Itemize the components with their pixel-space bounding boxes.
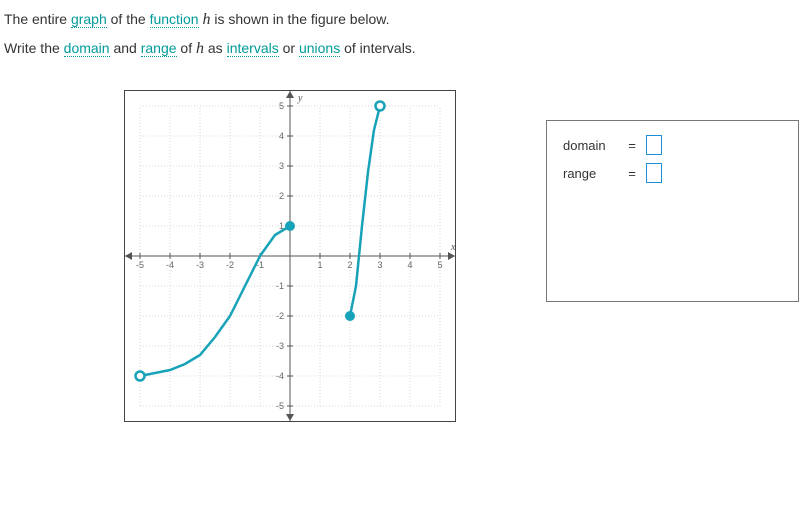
svg-text:-3: -3 — [276, 341, 284, 351]
svg-text:2: 2 — [347, 260, 352, 270]
svg-text:3: 3 — [279, 161, 284, 171]
term-unions[interactable]: unions — [299, 40, 340, 57]
svg-text:-4: -4 — [166, 260, 174, 270]
svg-text:-5: -5 — [136, 260, 144, 270]
range-label: range — [563, 166, 618, 181]
svg-text:-3: -3 — [196, 260, 204, 270]
equals-sign: = — [626, 138, 638, 153]
range-input[interactable] — [646, 163, 662, 183]
svg-text:5: 5 — [437, 260, 442, 270]
svg-text:1: 1 — [317, 260, 322, 270]
svg-text:5: 5 — [279, 101, 284, 111]
graph-svg: -5-5-4-4-3-3-2-2-1-11122334455yx — [125, 91, 455, 421]
function-name: h — [203, 11, 211, 28]
domain-row: domain = — [563, 135, 782, 155]
svg-text:4: 4 — [279, 131, 284, 141]
intro-line-1: The entire graph of the function h is sh… — [4, 8, 799, 31]
intro-line-2: Write the domain and range of h as inter… — [4, 37, 799, 60]
svg-text:4: 4 — [407, 260, 412, 270]
term-range[interactable]: range — [141, 40, 177, 57]
term-graph[interactable]: graph — [71, 11, 107, 28]
svg-text:-1: -1 — [276, 281, 284, 291]
answer-panel: domain = range = — [546, 120, 799, 302]
domain-input[interactable] — [646, 135, 662, 155]
term-intervals[interactable]: intervals — [227, 40, 279, 57]
domain-label: domain — [563, 138, 618, 153]
graph-panel: -5-5-4-4-3-3-2-2-1-11122334455yx — [124, 90, 456, 422]
range-row: range = — [563, 163, 782, 183]
svg-text:y: y — [297, 93, 303, 104]
term-function[interactable]: function — [150, 11, 199, 28]
svg-text:-5: -5 — [276, 401, 284, 411]
svg-text:-2: -2 — [226, 260, 234, 270]
term-domain[interactable]: domain — [64, 40, 110, 57]
svg-text:-4: -4 — [276, 371, 284, 381]
svg-text:x: x — [450, 242, 455, 253]
svg-text:-2: -2 — [276, 311, 284, 321]
svg-text:3: 3 — [377, 260, 382, 270]
equals-sign: = — [626, 166, 638, 181]
svg-text:2: 2 — [279, 191, 284, 201]
